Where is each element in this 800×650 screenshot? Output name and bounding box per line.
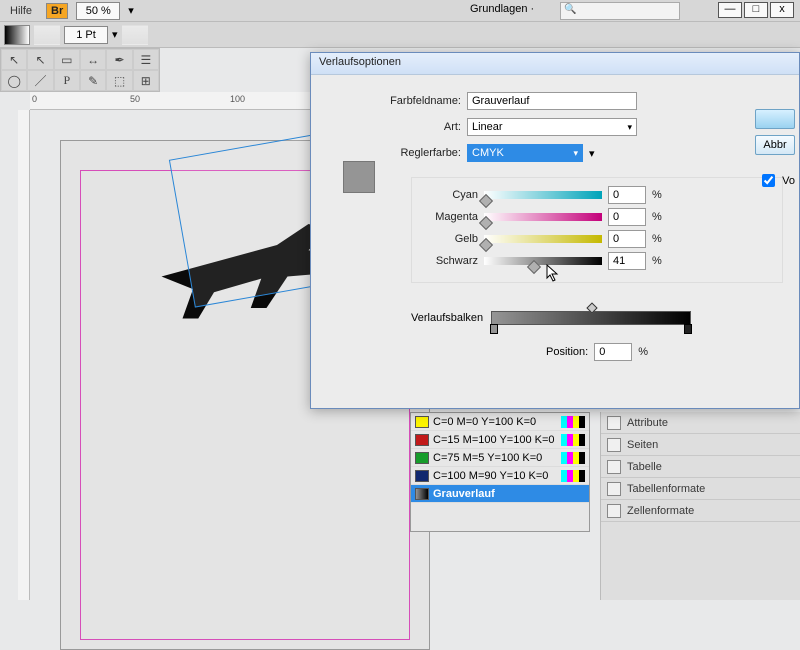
maximize-button[interactable]: □ [744,2,768,18]
yellow-slider[interactable] [484,234,602,244]
black-slider[interactable] [484,256,602,266]
table-icon [607,460,621,474]
pages-icon [607,438,621,452]
ruler-vertical [18,110,30,600]
screen-mode-icon[interactable] [176,2,202,20]
view-mode-icon[interactable] [142,2,168,20]
pct-label: % [652,189,662,201]
type-label: Art: [331,121,461,133]
attributes-icon [607,416,621,430]
gradient-stop-start[interactable] [490,324,498,334]
swatchname-input[interactable] [467,92,637,110]
menu-bar: Hilfe Br 50 % ▾ Grundlagen · — □ x [0,0,800,22]
selection-tool[interactable]: ↖ [1,49,27,70]
toolbox: ↖ ↖ ▭ ↔ ✒ ☰ ◯ ／ P ✎ ⬚ ⊞ [0,48,160,92]
black-value[interactable] [608,252,646,270]
stopcolor-dropdown-icon[interactable]: ▾ [589,147,595,160]
panel-pages[interactable]: Seiten [601,434,800,456]
magenta-value[interactable] [608,208,646,226]
position-label: Position: [546,346,588,358]
pencil-tool[interactable]: ✎ [80,70,106,91]
gradient-stop-end[interactable] [684,324,692,334]
help-menu[interactable]: Hilfe [4,3,38,19]
cancel-button[interactable]: Abbr [755,135,795,155]
swatch-row[interactable]: C=0 M=0 Y=100 K=0 [411,413,589,431]
cyan-label: Cyan [422,189,478,201]
gradient-bar[interactable] [491,311,691,325]
arrange-icon[interactable] [210,2,236,20]
gradient-bar-label: Verlaufsbalken [411,312,483,324]
preview-checkbox[interactable]: Vo [758,171,795,190]
workspace-selector[interactable]: Grundlagen · [470,3,534,15]
swatch-row-selected[interactable]: Grauverlauf [411,485,589,503]
tablefmt-icon [607,482,621,496]
panel-table[interactable]: Tabelle [601,456,800,478]
type-select[interactable]: Linear [467,118,637,136]
stopcolor-label: Reglerfarbe: [331,147,461,159]
zoom-dropdown-icon[interactable]: ▾ [128,4,134,17]
close-button[interactable]: x [770,2,794,18]
ok-button[interactable] [755,109,795,129]
cmyk-group: Cyan % Magenta % Gelb % Schwarz [411,177,783,283]
frame-tool[interactable]: ⬚ [106,70,132,91]
swatch-row[interactable]: C=75 M=5 Y=100 K=0 [411,449,589,467]
stop-color-preview [343,161,375,193]
swatch-row[interactable]: C=15 M=100 Y=100 K=0 [411,431,589,449]
magenta-slider[interactable] [484,212,602,222]
yellow-value[interactable] [608,230,646,248]
yellow-label: Gelb [422,233,478,245]
gradient-midpoint[interactable] [587,302,598,313]
pen-tool[interactable]: ✒ [106,49,132,70]
bridge-button[interactable]: Br [46,3,68,19]
cellfmt-icon [607,504,621,518]
search-input[interactable] [560,2,680,20]
stroke-style-icon[interactable] [122,25,148,45]
swatchname-label: Farbfeldname: [331,95,461,107]
stroke-dropdown-icon[interactable]: ▾ [112,28,118,41]
unknown-tool-2[interactable]: ⊞ [133,70,159,91]
gap-tool[interactable]: ↔ [80,49,106,70]
panel-attributes[interactable]: Attribute [601,412,800,434]
black-label: Schwarz [422,255,478,267]
zoom-level[interactable]: 50 % [76,2,120,20]
stopcolor-select[interactable]: CMYK [467,144,583,162]
control-strip: 1 Pt ▾ [0,22,800,48]
swatches-panel: C=0 M=0 Y=100 K=0 C=15 M=100 Y=100 K=0 C… [410,412,590,532]
magenta-label: Magenta [422,211,478,223]
gradient-options-dialog: Verlaufsoptionen Farbfeldname: Art: Line… [310,52,800,409]
minimize-button[interactable]: — [718,2,742,18]
panel-cellformats[interactable]: Zellenformate [601,500,800,522]
stroke-weight[interactable]: 1 Pt [64,26,108,44]
line-tool[interactable]: ／ [27,70,53,91]
dialog-title: Verlaufsoptionen [311,53,799,75]
preview-check-input[interactable] [762,174,775,187]
cyan-slider[interactable] [484,190,602,200]
unknown-tool-1[interactable]: ☰ [133,49,159,70]
direct-select-tool[interactable]: ↖ [27,49,53,70]
fill-stroke-swatch[interactable] [4,25,30,45]
lasso-tool[interactable]: ◯ [1,70,27,91]
page-tool[interactable]: ▭ [54,49,80,70]
swatch-row[interactable]: C=100 M=90 Y=10 K=0 [411,467,589,485]
type-tool[interactable]: P [54,70,80,91]
position-input[interactable] [594,343,632,361]
panel-tableformats[interactable]: Tabellenformate [601,478,800,500]
stroke-cap-icon[interactable] [34,25,60,45]
side-panels: Attribute Seiten Tabelle Tabellenformate… [600,412,800,600]
cyan-value[interactable] [608,186,646,204]
